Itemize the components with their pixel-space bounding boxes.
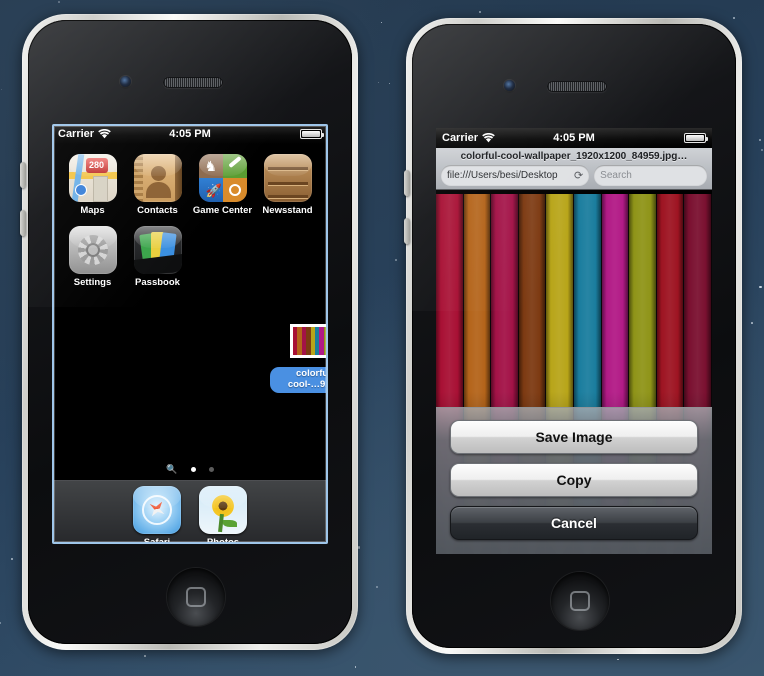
app-icon-grid: 280 Maps Contacts ♞ 🚀 Game Center Newsst… [52,144,328,288]
app-label: Settings [73,277,112,288]
dock: Safari Photos [52,480,328,544]
settings-icon [68,226,117,274]
battery-icon [684,133,708,143]
front-camera-icon [120,76,131,87]
newsstand-icon [263,154,312,202]
page-indicator: 🔍 [52,465,328,474]
home-button[interactable] [551,572,609,630]
game-center-icon: ♞ 🚀 [198,154,247,202]
drag-thumbnail-image [290,324,328,358]
cancel-button[interactable]: Cancel [450,506,698,540]
maps-icon: 280 [68,154,117,202]
left-phone: Carrier 4:05 PM 280 Maps Contacts ♞ 🚀 Ga… [20,14,358,650]
right-phone: Carrier 4:05 PM colorful-cool-wallpaper_… [404,18,742,654]
drag-file-label: colorful- cool-…9.jpg [270,367,328,393]
url-value: file:///Users/besi/Desktop [447,169,558,181]
browser-page-title: colorful-cool-wallpaper_1920x1200_84959.… [460,151,688,162]
springboard: Carrier 4:05 PM 280 Maps Contacts ♞ 🚀 Ga… [52,124,328,544]
app-contacts[interactable]: Contacts [125,154,190,216]
right-screen[interactable]: Carrier 4:05 PM colorful-cool-wallpaper_… [436,128,712,554]
front-camera-icon [504,80,515,91]
phone-front-left: Carrier 4:05 PM 280 Maps Contacts ♞ 🚀 Ga… [28,20,352,644]
volume-up-button-right[interactable] [404,170,410,196]
app-label: Game Center [192,205,253,216]
magnifier-icon[interactable]: 🔍 [166,465,177,474]
app-label: Contacts [137,205,178,216]
copy-button[interactable]: Copy [450,463,698,497]
page-dot-active[interactable] [190,467,196,472]
app-game-center[interactable]: ♞ 🚀 Game Center [190,154,255,216]
app-maps[interactable]: 280 Maps [60,154,125,216]
search-input[interactable]: Search [594,165,707,185]
home-button[interactable] [167,568,225,626]
status-bar-right: Carrier 4:05 PM [436,128,712,148]
volume-down-button[interactable] [20,210,26,236]
battery-icon [300,129,324,139]
app-settings[interactable]: Settings [60,226,125,288]
drag-proxy[interactable]: colorful- cool-…9.jpg [270,324,328,393]
dock-label: Photos [206,537,240,544]
contacts-icon [133,154,182,202]
reload-icon[interactable]: ⟳ [570,169,583,182]
app-label: Newsstand [262,205,313,216]
app-passbook[interactable]: Passbook [125,226,190,288]
earpiece-speaker [163,77,223,88]
save-image-button[interactable]: Save Image [450,420,698,454]
app-label: Maps [80,205,105,216]
status-bar-left: Carrier 4:05 PM [52,124,328,144]
earpiece-speaker [547,81,607,92]
volume-up-button[interactable] [20,162,26,188]
passbook-icon [133,226,182,274]
url-input[interactable]: file:///Users/besi/Desktop ⟳ [441,165,590,185]
dock-app-safari[interactable]: Safari [133,486,181,544]
app-newsstand[interactable]: Newsstand [255,154,320,216]
search-placeholder: Search [600,169,632,181]
dock-app-photos[interactable]: Photos [199,486,247,544]
drag-label-line2: cool-…9.jpg [287,378,328,390]
clock-label: 4:05 PM [169,128,211,140]
app-label: Passbook [135,277,180,288]
browser-chrome: colorful-cool-wallpaper_1920x1200_84959.… [436,148,712,190]
phone-front-right: Carrier 4:05 PM colorful-cool-wallpaper_… [412,24,736,648]
safari-icon [133,486,181,534]
left-screen[interactable]: Carrier 4:05 PM 280 Maps Contacts ♞ 🚀 Ga… [52,124,328,544]
page-dot[interactable] [208,467,214,472]
volume-down-button-right[interactable] [404,218,410,244]
dock-label: Safari [143,537,171,544]
action-sheet: Save Image Copy Cancel [436,407,712,554]
photos-icon [199,486,247,534]
clock-label: 4:05 PM [553,132,595,144]
